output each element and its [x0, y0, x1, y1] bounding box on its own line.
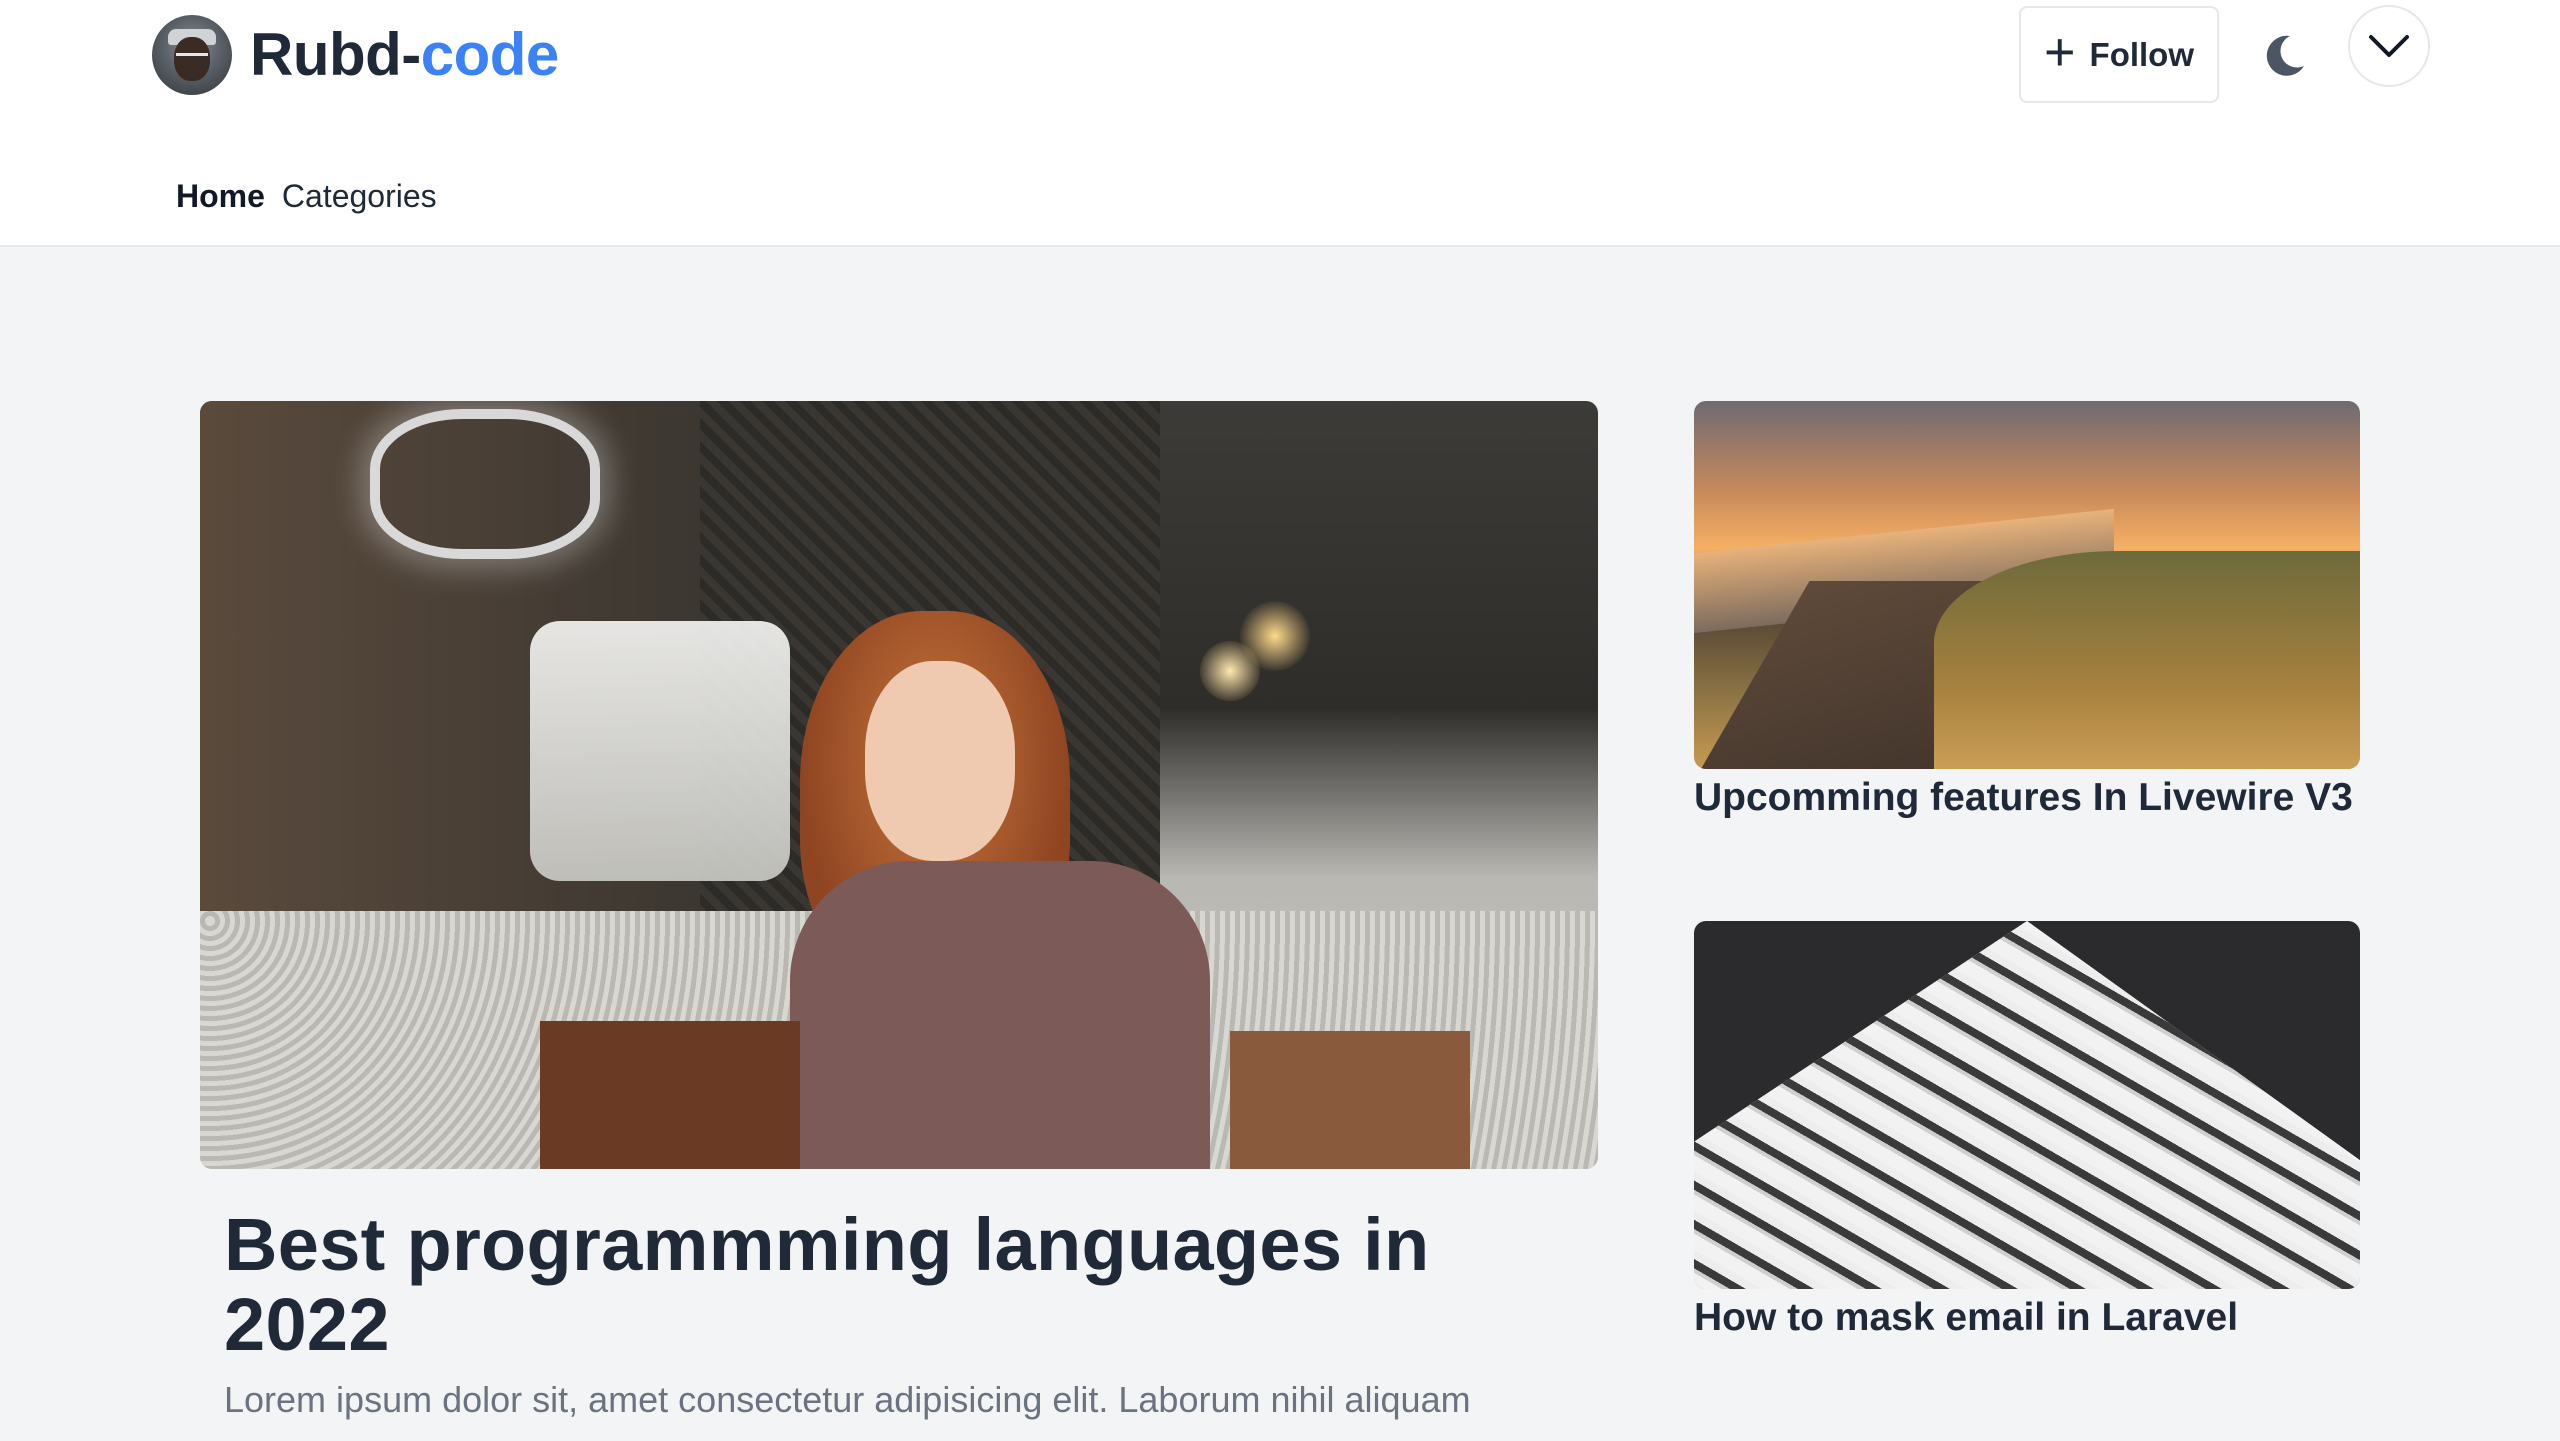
- brand-name: Rubd-code: [250, 15, 559, 95]
- side-post-image[interactable]: [1694, 401, 2360, 769]
- featured-post-title[interactable]: Best programmming languages in 2022: [224, 1205, 1584, 1365]
- featured-post-excerpt: Lorem ipsum dolor sit, amet consectetur …: [224, 1379, 1471, 1420]
- brand-name-main: Rubd-: [250, 21, 421, 88]
- brand-name-accent: code: [420, 21, 560, 88]
- side-post-title[interactable]: Upcomming features In Livewire V3: [1694, 770, 2394, 826]
- moon-icon[interactable]: [2260, 30, 2310, 80]
- site-header: Rubd-code + Follow Home Categories: [0, 0, 2560, 247]
- brand-link[interactable]: Rubd-code: [152, 15, 559, 95]
- nav-item-home[interactable]: Home: [176, 178, 265, 215]
- nav-item-categories[interactable]: Categories: [282, 178, 437, 215]
- plus-icon: +: [2043, 21, 2076, 82]
- follow-button[interactable]: + Follow: [2019, 6, 2219, 103]
- main-nav: Home Categories: [176, 178, 437, 215]
- featured-post-image[interactable]: [200, 401, 1598, 1169]
- account-menu-button[interactable]: [2348, 5, 2430, 87]
- side-post-image[interactable]: [1694, 921, 2360, 1289]
- side-post-title[interactable]: How to mask email in Laravel: [1694, 1290, 2394, 1346]
- avatar: [152, 15, 232, 95]
- chevron-down-icon: [2369, 35, 2409, 57]
- follow-label: Follow: [2089, 35, 2195, 73]
